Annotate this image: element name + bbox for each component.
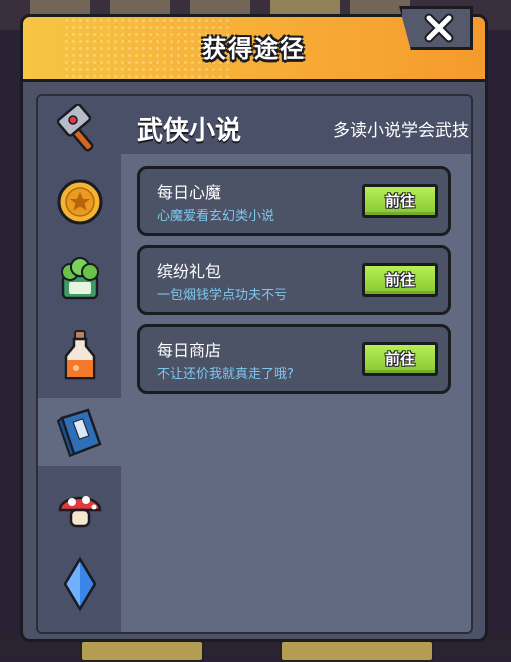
item-description: 多读小说学会武技	[333, 121, 469, 141]
sidebar-item-mushroom[interactable]	[38, 474, 121, 542]
item-category-sidebar	[38, 96, 121, 632]
sidebar-item-potion[interactable]	[38, 322, 121, 390]
sidebar-item-can[interactable]	[38, 244, 121, 312]
background-bottom-button	[280, 640, 434, 662]
sidebar-item-coin[interactable]	[38, 168, 121, 236]
source-name: 每日心魔	[157, 183, 222, 202]
background-bottom-button	[80, 640, 204, 662]
source-description: 不让还价我就真走了哦?	[157, 367, 294, 382]
go-button[interactable]: 前往	[362, 342, 438, 376]
source-description: 心魔爱看玄幻类小说	[157, 209, 275, 224]
source-name: 每日商店	[157, 341, 222, 360]
item-header: 武侠小说 多读小说学会武技	[121, 96, 471, 154]
go-button[interactable]: 前往	[362, 263, 438, 297]
gold-coin-icon	[57, 179, 102, 225]
potion-bottle-icon	[64, 330, 95, 380]
book-icon	[56, 408, 102, 458]
blue-crystal-icon	[63, 556, 96, 612]
sidebar-item-crystal[interactable]	[38, 550, 121, 618]
hammer-icon	[56, 104, 93, 152]
go-button[interactable]: 前往	[362, 184, 438, 218]
source-card: 每日心魔 心魔爱看玄幻类小说 前往	[137, 166, 451, 236]
source-name: 缤纷礼包	[157, 262, 222, 281]
source-card: 每日商店 不让还价我就真走了哦? 前往	[137, 324, 451, 394]
source-card: 缤纷礼包 一包烟钱学点功夫不亏 前往	[137, 245, 451, 315]
item-name: 武侠小说	[137, 116, 242, 146]
close-button[interactable]	[399, 6, 473, 50]
sidebar-item-hammer[interactable]	[38, 96, 121, 164]
source-description: 一包烟钱学点功夫不亏	[157, 288, 288, 303]
vegetable-can-icon	[60, 257, 99, 300]
sidebar-item-book[interactable]	[38, 398, 121, 466]
mushroom-icon	[58, 496, 101, 528]
close-icon	[424, 13, 454, 43]
content-panel: 武侠小说 多读小说学会武技 每日心魔 心魔爱看玄幻类小说 前往 缤纷礼包 一包烟…	[36, 94, 473, 634]
